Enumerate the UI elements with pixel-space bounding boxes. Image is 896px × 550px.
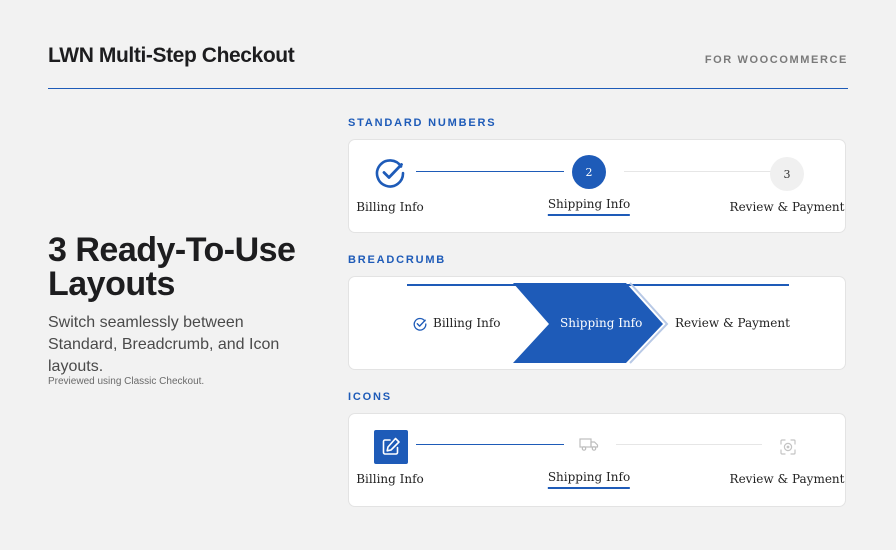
hero-note: Previewed using Classic Checkout. (48, 376, 205, 387)
hero-title: 3 Ready-To-Use Layouts (48, 231, 296, 303)
section-label-breadcrumb: BREADCRUMB (348, 254, 447, 266)
step-label-billing[interactable]: Billing Info (356, 200, 424, 214)
step-label-shipping[interactable]: Shipping Info (547, 197, 631, 216)
header-divider (48, 88, 848, 89)
section-label-standard: STANDARD NUMBERS (348, 117, 497, 129)
step-label-review[interactable]: Review & Payment (730, 472, 845, 486)
step-label-billing[interactable]: Billing Info (356, 472, 424, 486)
section-label-icons: ICONS (348, 391, 392, 403)
step-connector-todo (616, 444, 762, 445)
payment-icon[interactable] (779, 438, 797, 456)
breadcrumb-shipping[interactable]: Shipping Info (560, 316, 642, 330)
step-number-3[interactable]: 3 (770, 157, 804, 191)
step-number-2[interactable]: 2 (572, 155, 606, 189)
standard-stepper-card: 2 3 Billing Info Shipping Info Review & … (348, 139, 846, 233)
step-connector-done (416, 171, 564, 172)
truck-icon[interactable] (579, 436, 599, 452)
step-connector-todo (624, 171, 772, 172)
step-connector-done (416, 444, 564, 445)
breadcrumb-billing[interactable]: Billing Info (433, 316, 501, 330)
breadcrumb-review[interactable]: Review & Payment (675, 316, 790, 330)
page-title: LWN Multi-Step Checkout (48, 44, 295, 67)
step-label-shipping[interactable]: Shipping Info (547, 470, 631, 489)
page-subtitle: FOR WOOCOMMERCE (704, 54, 848, 66)
icons-stepper-card: Billing Info Shipping Info Review & Paym… (348, 413, 846, 507)
hero-description: Switch seamlessly between Standard, Brea… (48, 314, 280, 375)
check-circle-icon[interactable] (374, 157, 406, 189)
check-circle-icon (413, 317, 427, 331)
breadcrumb-card: Billing Info Shipping Info Review & Paym… (348, 276, 846, 370)
step-label-review[interactable]: Review & Payment (730, 200, 845, 214)
edit-icon[interactable] (374, 430, 408, 464)
